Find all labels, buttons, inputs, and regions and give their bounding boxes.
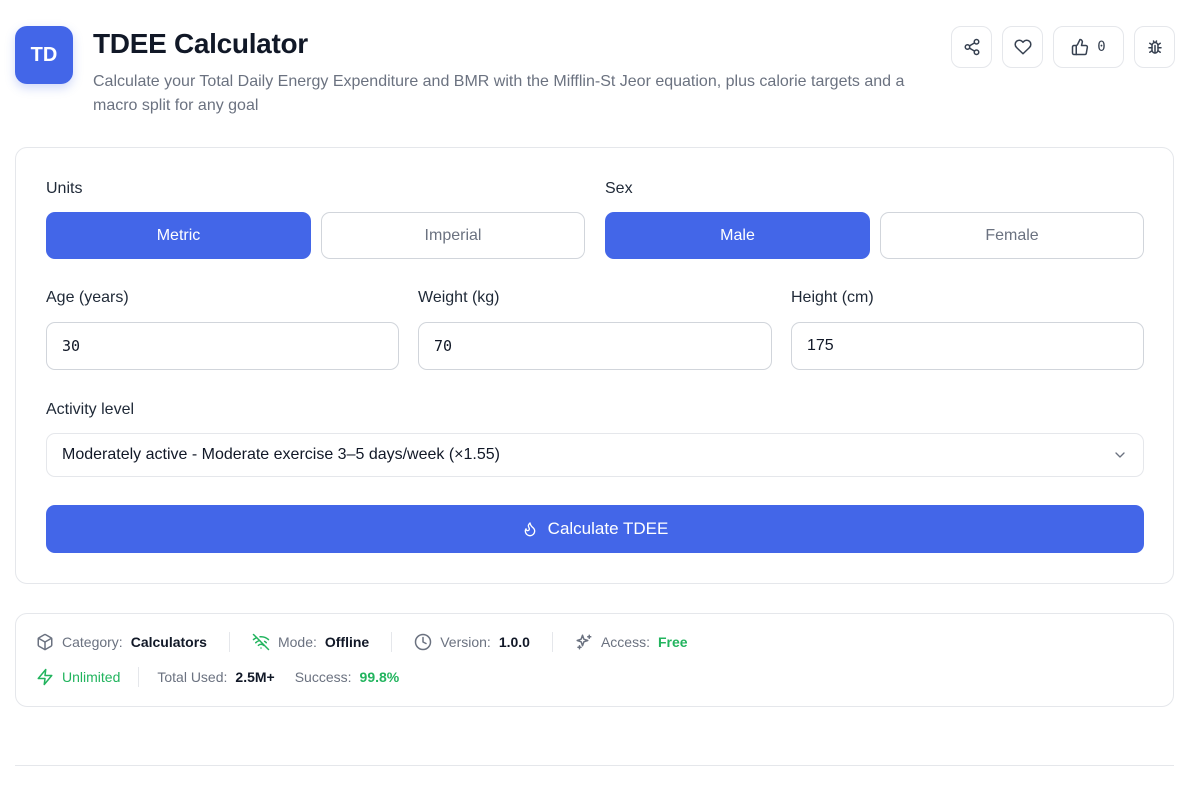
meta-total-used-label: Total Used:: [157, 669, 228, 685]
meta-access: Access: Free: [575, 633, 688, 651]
like-count: 0: [1097, 39, 1106, 55]
activity-label: Activity level: [46, 401, 135, 418]
meta-category-value: Calculators: [130, 634, 207, 650]
meta-row-2: Unlimited Total Used: 2.5M+ Success: 99.…: [36, 667, 399, 687]
page-header: TD TDEE Calculator Calculate your Total …: [15, 26, 1175, 126]
age-label: Age (years): [46, 289, 129, 306]
meta-divider: [228, 632, 230, 652]
meta-total-used-value: 2.5M+: [235, 669, 275, 685]
box-icon: [37, 633, 53, 651]
age-input[interactable]: 30: [46, 322, 399, 370]
sex-label: Sex: [605, 180, 633, 197]
footer-divider: [15, 765, 1174, 766]
tool-meta-panel: Category: Calculators Mode: Offline Vers…: [15, 613, 1174, 707]
like-button[interactable]: 0: [1053, 26, 1124, 68]
height-input[interactable]: 175: [791, 322, 1144, 370]
meta-version: Version: 1.0.0: [414, 633, 530, 651]
sex-male-button[interactable]: Male: [605, 212, 870, 259]
height-label: Height (cm): [791, 289, 874, 306]
units-label: Units: [46, 180, 83, 197]
report-bug-button[interactable]: [1134, 26, 1175, 68]
meta-mode-value: Offline: [324, 634, 370, 650]
meta-divider: [391, 632, 393, 652]
sparkles-icon: [576, 634, 592, 650]
share-icon: [964, 38, 979, 56]
share-button[interactable]: [951, 26, 992, 68]
units-imperial-button[interactable]: Imperial: [321, 212, 585, 259]
calculate-button-label: Calculate TDEE: [547, 519, 669, 538]
meta-limit: Unlimited: [36, 668, 120, 686]
wifi-off-icon: [252, 633, 270, 651]
activity-selected-value: Moderately active - Moderate exercise 3–…: [62, 446, 500, 463]
meta-success-value: 99.8%: [359, 669, 400, 685]
meta-mode-label: Mode:: [277, 634, 317, 650]
sex-female-button[interactable]: Female: [880, 212, 1144, 259]
calculate-button[interactable]: Calculate TDEE: [46, 505, 1144, 553]
meta-success: Success: 99.8%: [295, 669, 400, 685]
meta-divider: [551, 632, 553, 652]
units-metric-button[interactable]: Metric: [46, 212, 311, 259]
favorite-button[interactable]: [1002, 26, 1043, 68]
meta-mode: Mode: Offline: [252, 633, 369, 651]
chevron-down-icon: [1115, 452, 1125, 458]
meta-category: Category: Calculators: [36, 633, 207, 651]
meta-access-label: Access:: [600, 634, 650, 650]
meta-access-value: Free: [657, 634, 688, 650]
meta-total-used: Total Used: 2.5M+: [157, 669, 274, 685]
meta-category-label: Category:: [62, 634, 123, 650]
page-description: Calculate your Total Daily Energy Expend…: [93, 73, 905, 114]
thumbs-up-icon: [1072, 38, 1089, 56]
app-logo: TD: [15, 26, 73, 84]
header-actions: 0: [951, 26, 1175, 68]
weight-input[interactable]: 70: [418, 322, 772, 370]
flame-icon: [524, 522, 536, 537]
calculator-form: Units Metric Imperial Sex Male Female Ag…: [15, 147, 1174, 584]
zap-icon: [37, 668, 53, 686]
meta-version-label: Version:: [440, 634, 491, 650]
bug-icon: [1147, 40, 1162, 54]
page-title: TDEE Calculator: [93, 28, 308, 59]
meta-row-1: Category: Calculators Mode: Offline Vers…: [36, 632, 688, 652]
weight-label: Weight (kg): [418, 289, 500, 306]
meta-limit-value: Unlimited: [62, 669, 121, 685]
clock-icon: [414, 633, 432, 651]
meta-divider: [138, 667, 140, 687]
activity-select[interactable]: Moderately active - Moderate exercise 3–…: [46, 433, 1144, 477]
meta-version-value: 1.0.0: [498, 634, 530, 650]
meta-success-label: Success:: [294, 669, 352, 685]
heart-icon: [1013, 39, 1032, 55]
